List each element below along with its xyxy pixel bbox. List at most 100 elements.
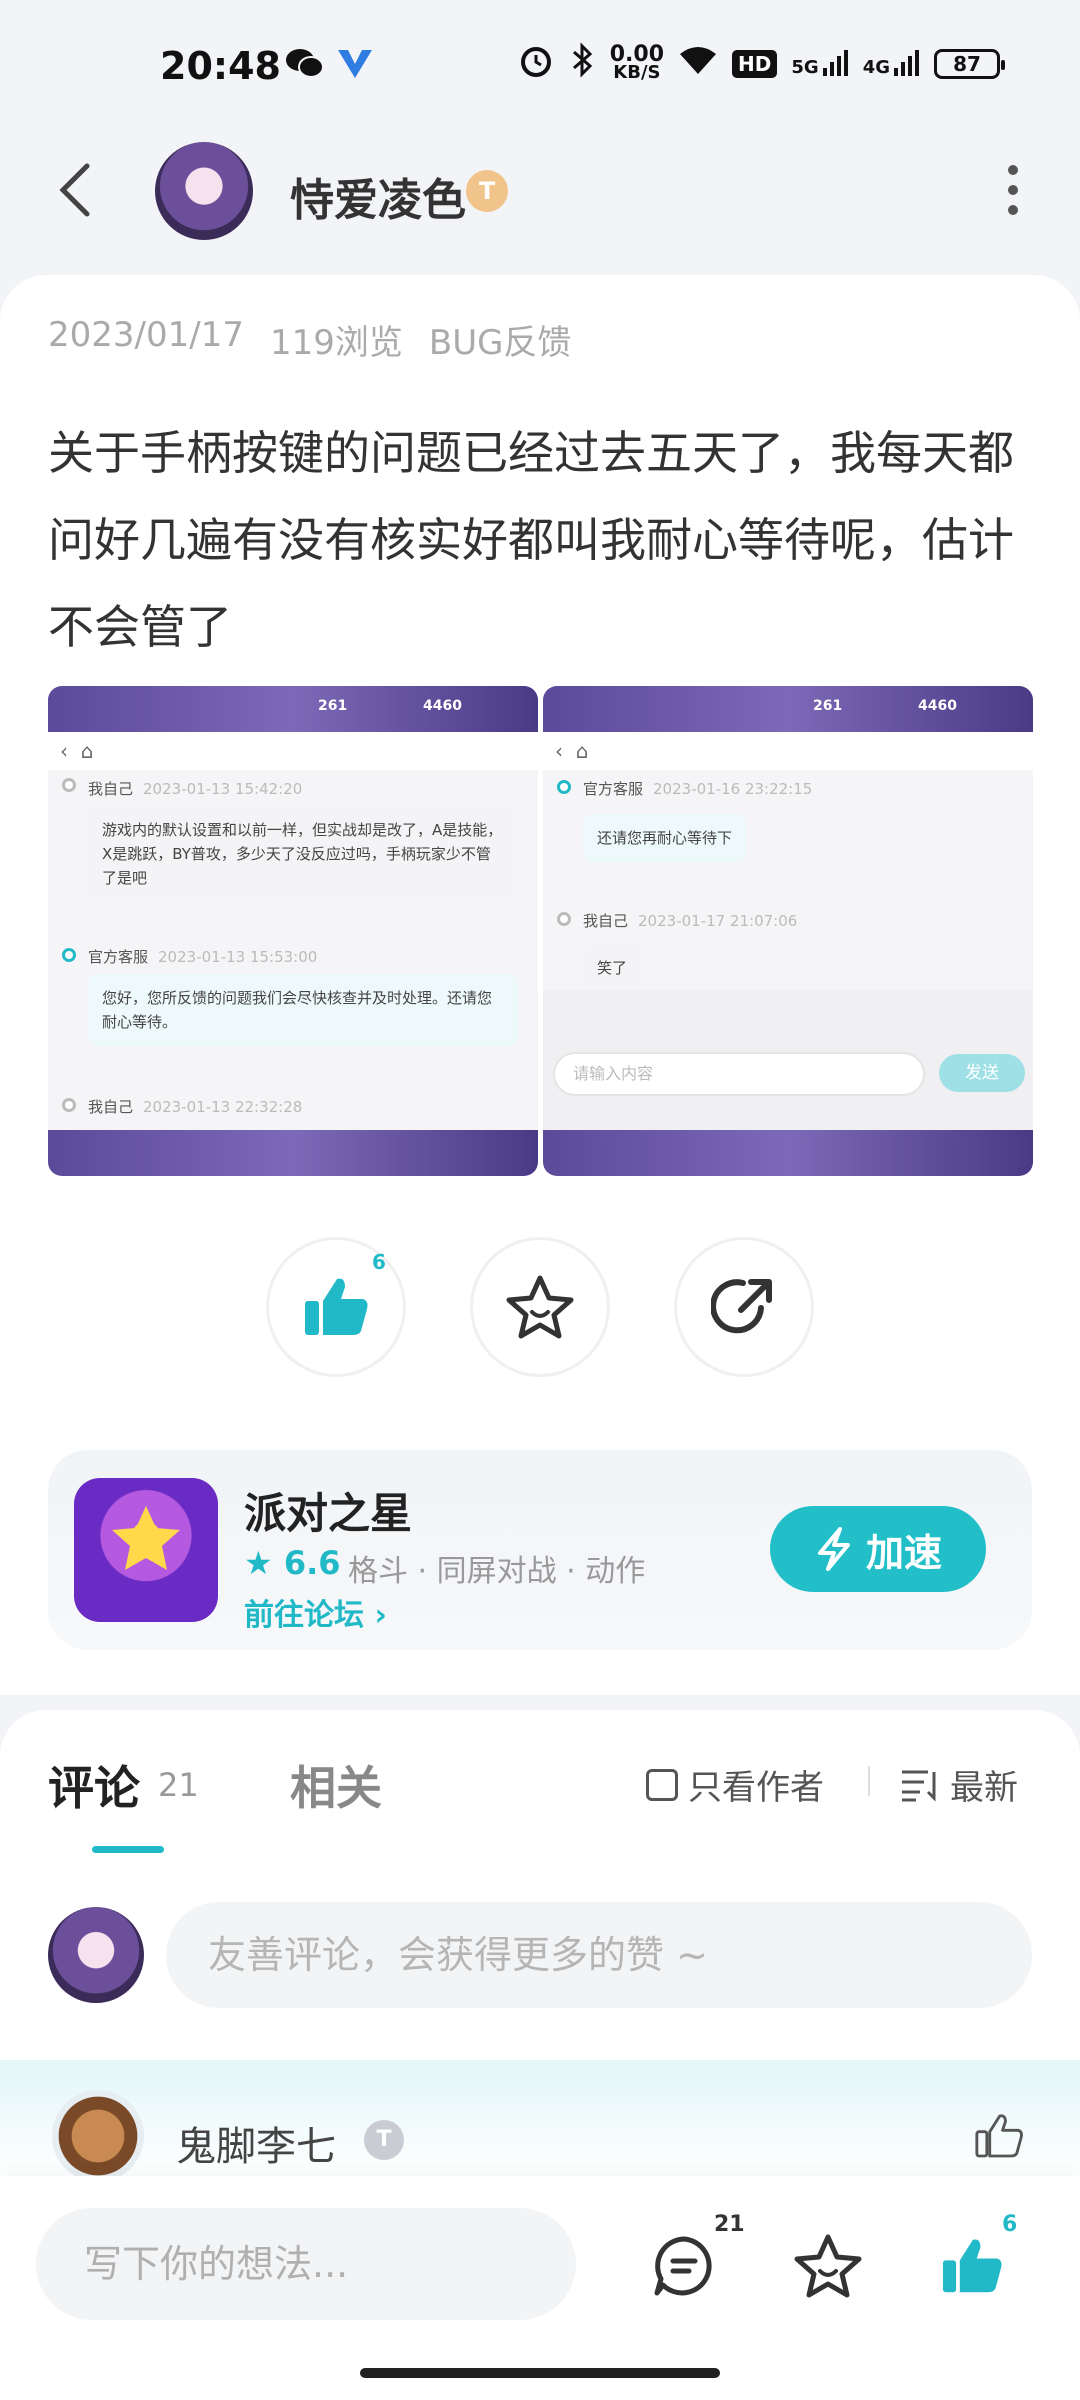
message-sender: 我自己 <box>88 1098 134 1116</box>
star-icon <box>794 2234 862 2298</box>
write-comment-input[interactable]: 写下你的想法... <box>36 2208 576 2320</box>
back-button[interactable] <box>55 160 105 220</box>
message-header: 官方客服 2023-01-13 15:53:00 <box>88 946 317 967</box>
net-speed-unit: KB/S <box>613 62 661 83</box>
message-time: 2023-01-16 23:22:15 <box>653 780 813 798</box>
message-bubble: 游戏内的默认设置和以前一样，但实战却是改了，A是技能，X是跳跃，BY普攻，多少天… <box>88 806 518 902</box>
post-content: 关于手柄按键的问题已经过去五天了，我每天都问好几遍有没有核实好都叫我耐心等待呢，… <box>48 426 1014 654</box>
commenter-level-badge: T <box>364 2120 404 2160</box>
message-header: 我自己 2023-01-17 21:07:06 <box>583 910 797 931</box>
post-meta: 2023/01/17 119浏览 BUG反馈 <box>48 315 571 364</box>
chat-nav-bar: ‹ ⌂ <box>543 732 1033 770</box>
sort-icon <box>902 1770 936 1802</box>
commenter-name[interactable]: 鬼脚李七 <box>176 2114 336 2172</box>
share-icon <box>711 1279 772 1334</box>
speed-up-button[interactable]: 加速 <box>770 1506 986 1592</box>
tab-related[interactable]: 相关 <box>290 1752 382 1818</box>
speed-up-label: 加速 <box>865 1530 942 1575</box>
share-button[interactable] <box>674 1237 814 1377</box>
favorite-button[interactable] <box>470 1237 610 1377</box>
rating-star-icon: ★ <box>244 1544 273 1582</box>
net-speed: 0.00 KB/S <box>610 44 664 83</box>
game-top-band <box>48 686 538 732</box>
more-dot-icon <box>1008 205 1018 215</box>
bottom-like-button[interactable] <box>934 2228 1010 2304</box>
bottom-favorite-button[interactable] <box>790 2228 866 2304</box>
more-options-button[interactable] <box>1006 165 1020 215</box>
chat-send-button: 发送 <box>939 1054 1025 1092</box>
game-bottom-band <box>543 1130 1033 1176</box>
comment-bubble-icon <box>654 2236 712 2296</box>
home-indicator[interactable] <box>360 2368 720 2378</box>
more-dot-icon <box>1008 185 1018 195</box>
like-count: 6 <box>372 1250 386 1274</box>
game-top-band <box>543 686 1033 732</box>
comment-item[interactable] <box>0 2060 1080 2180</box>
thumbs-up-icon <box>942 2239 1002 2293</box>
active-tab-indicator <box>92 1846 164 1853</box>
sort-label: 最新 <box>950 1768 1018 1808</box>
only-author-label: 只看作者 <box>688 1768 824 1808</box>
author-level-badge: T <box>466 170 508 212</box>
post-image-1[interactable]: 261 4460 ‹ ⌂ 我自己 2023-01-13 15:42:20 游戏内的… <box>48 686 538 1176</box>
game-forum-link[interactable]: 前往论坛 › <box>244 1590 387 1634</box>
star-icon <box>506 1275 574 1339</box>
post-image-2[interactable]: 261 4460 ‹ ⌂ 官方客服 2023-01-16 23:22:15 还请您… <box>543 686 1033 1176</box>
alarm-icon <box>518 42 554 86</box>
message-sender: 我自己 <box>88 780 134 798</box>
checkbox-icon <box>646 1768 678 1801</box>
message-time: 2023-01-13 22:32:28 <box>143 1098 303 1116</box>
message-time: 2023-01-13 15:42:20 <box>143 780 303 798</box>
lightning-icon <box>817 1527 850 1571</box>
post-views: 119浏览 <box>269 323 403 363</box>
commenter-avatar[interactable] <box>52 2090 144 2182</box>
my-avatar <box>48 1907 144 2003</box>
more-dot-icon <box>1008 165 1018 175</box>
game-forum-label: 前往论坛 <box>244 1598 364 1633</box>
message-bubble: 还请您再耐心等待下 <box>583 814 747 862</box>
app-notification-icon <box>336 48 374 84</box>
timeline-dot <box>557 780 571 794</box>
message-sender: 官方客服 <box>583 780 644 798</box>
game-bottom-band <box>48 1130 538 1176</box>
timeline-dot <box>62 778 76 792</box>
game-rating: ★ 6.6 <box>244 1544 341 1582</box>
hd-icon: HD <box>732 50 778 78</box>
timeline-dot <box>62 1098 76 1112</box>
signal-4g-icon: 4G <box>863 50 920 78</box>
wifi-icon <box>678 44 718 84</box>
post-date: 2023/01/17 <box>48 315 244 355</box>
chevron-left-icon <box>59 163 90 217</box>
message-bubble: 您好，您所反馈的问题我们会尽快核查并及时处理。还请您耐心等待。 <box>88 974 518 1046</box>
game-card[interactable]: 派对之星 ★ 6.6 格斗 · 同屏对战 · 动作 前往论坛 › 加速 <box>48 1450 1032 1650</box>
post-category[interactable]: BUG反馈 <box>429 315 572 364</box>
coins-value: 261 <box>813 698 843 714</box>
author-avatar[interactable] <box>155 142 253 240</box>
status-icons: 0.00 KB/S HD 5G 4G 87 <box>518 42 1005 86</box>
tab-comments[interactable]: 评论 <box>48 1752 140 1818</box>
thumbs-up-outline-icon <box>975 2114 1023 2158</box>
timeline-dot <box>62 948 76 962</box>
message-sender: 官方客服 <box>88 948 149 966</box>
timeline-dot <box>557 912 571 926</box>
status-time: 20:48 <box>160 44 281 88</box>
gems-value: 4460 <box>423 698 462 714</box>
comment-like-button[interactable] <box>974 2112 1024 2164</box>
thumbs-up-icon <box>305 1278 368 1335</box>
message-time: 2023-01-17 21:07:06 <box>638 912 798 930</box>
sort-button[interactable]: 最新 <box>900 1760 1018 1809</box>
comment-input[interactable]: 友善评论，会获得更多的赞 ~ <box>166 1902 1032 2008</box>
game-logo-icon <box>112 1506 180 1570</box>
chat-nav-bar: ‹ ⌂ <box>48 732 538 770</box>
comment-button[interactable] <box>646 2228 722 2304</box>
game-name: 派对之星 <box>244 1489 413 1538</box>
coins-value: 261 <box>318 698 348 714</box>
chat-input: 请输入内容 <box>553 1052 925 1096</box>
only-author-toggle[interactable]: 只看作者 <box>646 1760 824 1809</box>
bottom-comment-count: 21 <box>714 2212 745 2237</box>
divider <box>868 1766 870 1796</box>
message-sender: 我自己 <box>583 912 629 930</box>
author-name[interactable]: 恃爱凌色 <box>290 164 466 228</box>
battery-indicator: 87 <box>934 49 1005 79</box>
game-icon <box>74 1478 218 1622</box>
